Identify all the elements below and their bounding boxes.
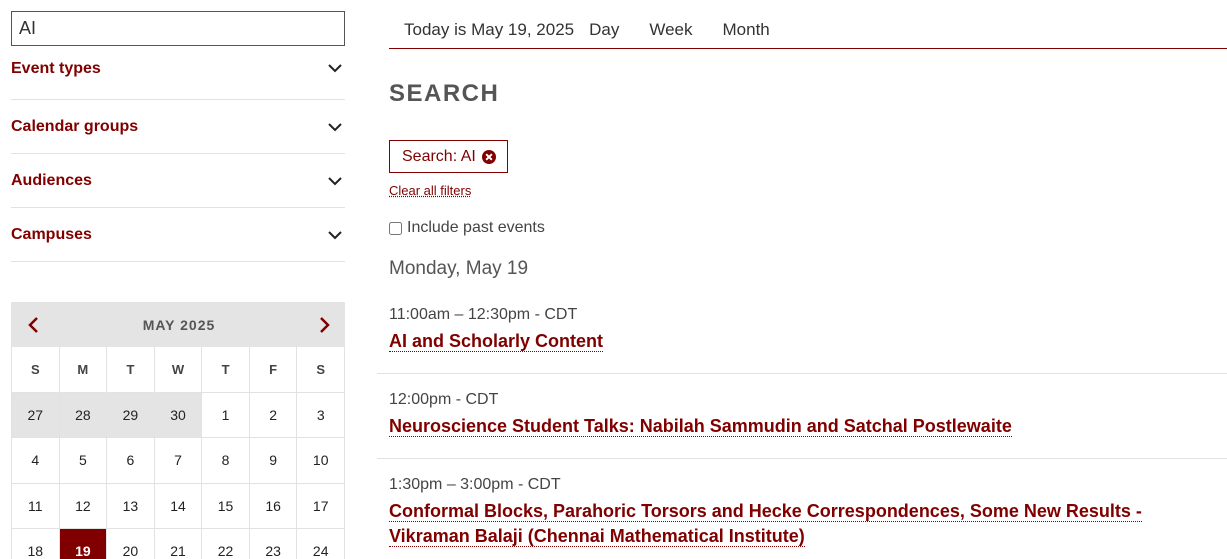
weekday-header: F — [249, 347, 298, 393]
filter-label: Campuses — [11, 225, 92, 243]
calendar-day[interactable]: 3 — [297, 392, 345, 438]
calendar-day[interactable]: 13 — [107, 483, 155, 529]
calendar-day[interactable]: 30 — [154, 392, 203, 438]
calendar-day[interactable]: 29 — [107, 392, 155, 438]
calendar-day[interactable]: 14 — [154, 483, 203, 529]
calendar-day[interactable]: 24 — [297, 529, 345, 559]
filter-label: Event types — [11, 60, 101, 77]
chevron-down-icon — [327, 227, 343, 243]
include-past-row[interactable]: Include past events — [389, 219, 545, 237]
weekday-header: M — [59, 347, 108, 393]
chip-label: Search: AI — [402, 147, 476, 165]
search-filter-chip[interactable]: Search: AI — [389, 140, 508, 173]
remove-icon[interactable] — [481, 149, 496, 164]
filter-audiences[interactable]: Audiences — [11, 154, 345, 208]
calendar-day[interactable]: 8 — [202, 438, 250, 484]
view-nav: Today is May 19, 2025 Day Week Month — [389, 15, 1227, 49]
day-heading: Monday, May 19 — [389, 258, 529, 279]
include-past-checkbox[interactable] — [389, 221, 402, 235]
search-input[interactable] — [11, 11, 345, 46]
event-time: 1:30pm – 3:00pm - CDT — [389, 476, 561, 493]
calendar-day[interactable]: 12 — [59, 483, 108, 529]
event-item: 1:30pm – 3:00pm - CDT Conformal Blocks, … — [377, 459, 1227, 559]
filter-event-types[interactable]: Event types — [11, 60, 345, 100]
chevron-right-icon[interactable] — [317, 315, 333, 335]
nav-day-link[interactable]: Day — [589, 15, 619, 45]
weekday-header: T — [202, 347, 250, 393]
mini-calendar: MAY 2025 S M T W T F S 27 28 29 30 1 2 3 4 5 6 7 8 9 10 11 12 1… — [11, 302, 345, 559]
event-title-link[interactable]: AI and Scholarly Content — [389, 329, 1189, 354]
calendar-day[interactable]: 27 — [12, 392, 60, 438]
calendar-day[interactable]: 7 — [154, 438, 203, 484]
calendar-day[interactable]: 15 — [202, 483, 250, 529]
event-title-link[interactable]: Conformal Blocks, Parahoric Torsors and … — [389, 499, 1189, 549]
calendar-day[interactable]: 5 — [59, 438, 108, 484]
event-item: 11:00am – 12:30pm - CDT AI and Scholarly… — [377, 292, 1227, 374]
event-title-text: AI and Scholarly Content — [389, 331, 604, 352]
calendar-day[interactable]: 20 — [107, 529, 155, 559]
event-title-text: Neuroscience Student Talks: Nabilah Samm… — [389, 416, 1012, 437]
calendar-day[interactable]: 16 — [249, 483, 298, 529]
filter-label: Audiences — [11, 171, 92, 189]
calendar-day[interactable]: 9 — [249, 438, 298, 484]
calendar-day[interactable]: 6 — [107, 438, 155, 484]
calendar-header: MAY 2025 — [11, 302, 345, 347]
filter-calendar-groups[interactable]: Calendar groups — [11, 100, 345, 154]
chevron-down-icon — [327, 173, 343, 189]
calendar-day-today[interactable]: 19 — [59, 529, 108, 559]
chevron-down-icon — [327, 119, 343, 135]
chevron-left-icon[interactable] — [25, 315, 41, 335]
calendar-day[interactable]: 4 — [12, 438, 60, 484]
weekday-header: S — [12, 347, 60, 393]
nav-month-link[interactable]: Month — [723, 15, 770, 45]
event-title-link[interactable]: Neuroscience Student Talks: Nabilah Samm… — [389, 414, 1189, 439]
calendar-month-label: MAY 2025 — [142, 316, 216, 333]
calendar-day[interactable]: 18 — [12, 529, 60, 559]
include-past-label: Include past events — [407, 219, 545, 236]
calendar-day[interactable]: 2 — [249, 392, 298, 438]
weekday-header: S — [297, 347, 345, 393]
today-label: Today is May 19, 2025 — [404, 20, 575, 39]
event-time: 12:00pm - CDT — [389, 391, 499, 408]
calendar-day[interactable]: 17 — [297, 483, 345, 529]
calendar-grid: S M T W T F S 27 28 29 30 1 2 3 4 5 6 7 8 9 10 11 12 13 14 15 16 17… — [11, 347, 345, 559]
calendar-day[interactable]: 11 — [12, 483, 60, 529]
calendar-day[interactable]: 1 — [202, 392, 250, 438]
calendar-day[interactable]: 21 — [155, 529, 203, 559]
weekday-header: T — [107, 347, 155, 393]
filter-campuses[interactable]: Campuses — [11, 208, 345, 262]
calendar-day[interactable]: 28 — [59, 392, 108, 438]
event-item: 12:00pm - CDT Neuroscience Student Talks… — [377, 374, 1227, 459]
event-time: 11:00am – 12:30pm - CDT — [389, 306, 578, 323]
filter-label: Calendar groups — [11, 117, 139, 135]
event-title-text: Conformal Blocks, Parahoric Torsors and … — [389, 501, 1142, 547]
weekday-header: W — [154, 347, 203, 393]
sidebar: Event types Calendar groups Audiences Ca… — [11, 11, 345, 262]
calendar-day[interactable]: 10 — [297, 438, 345, 484]
chevron-down-icon — [327, 60, 343, 76]
page-title: SEARCH — [389, 80, 500, 107]
nav-week-link[interactable]: Week — [649, 15, 692, 45]
calendar-day[interactable]: 22 — [202, 529, 250, 559]
filter-list: Event types Calendar groups Audiences Ca… — [11, 60, 345, 262]
clear-filters-link[interactable]: Clear all filters — [389, 183, 471, 198]
calendar-day[interactable]: 23 — [250, 529, 298, 559]
